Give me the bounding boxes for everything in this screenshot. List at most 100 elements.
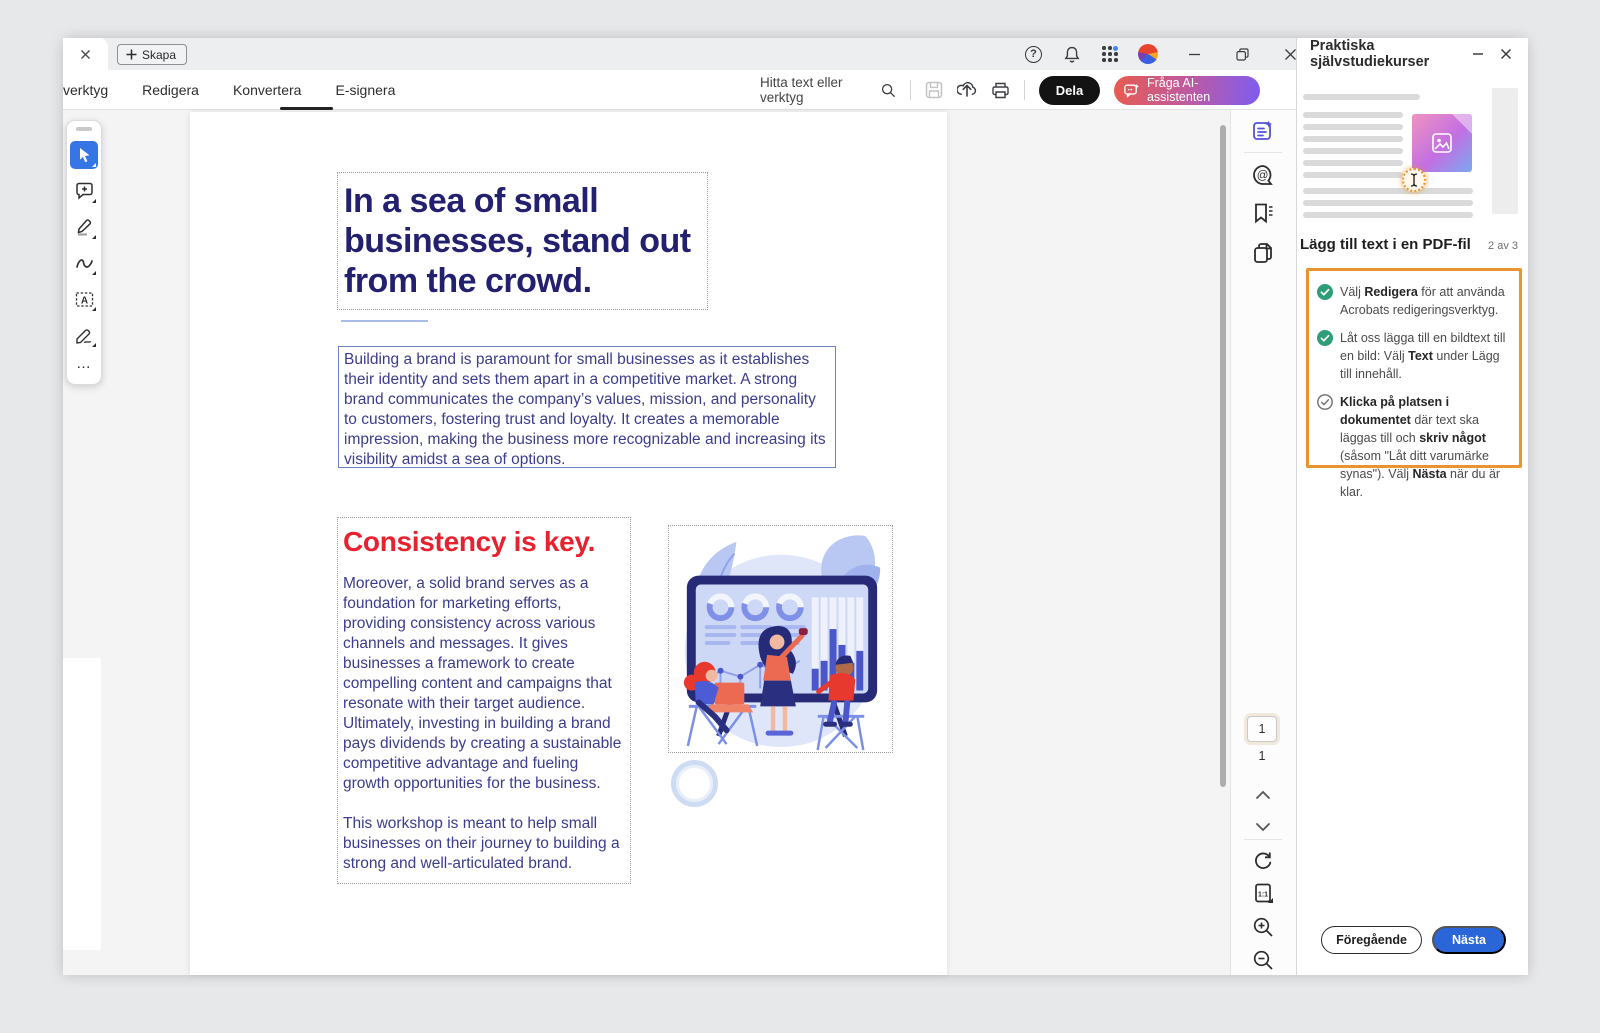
divider xyxy=(1023,80,1025,100)
tutorial-panel-footer: Föregående Nästa xyxy=(1296,926,1520,954)
doc-intro-paragraph: Building a brand is paramount for small … xyxy=(344,351,826,468)
vertical-scrollbar[interactable] xyxy=(1220,125,1226,787)
doc-section-heading: Consistency is key. xyxy=(343,526,596,557)
rotate-page-icon[interactable] xyxy=(1248,846,1278,876)
app-launcher-grid-icon[interactable] xyxy=(1102,45,1118,62)
current-page-value: 1 xyxy=(1258,722,1266,736)
step-text: Låt oss lägga till en bildtext till en b… xyxy=(1340,331,1506,381)
sign-tool-button[interactable] xyxy=(70,321,98,349)
tutorial-step-done: Välj Redigera för att använda Acrobats r… xyxy=(1317,283,1511,319)
add-text-tool-button[interactable]: A xyxy=(70,285,98,313)
step-check-done-icon xyxy=(1317,283,1333,319)
notifications-bell-icon[interactable] xyxy=(1062,44,1082,64)
ai-assistant-label: Fråga AI-assistenten xyxy=(1146,76,1211,104)
tutorial-panel-header: Praktiska självstudiekurser xyxy=(1296,38,1528,70)
divider xyxy=(910,80,911,100)
search-label: Hitta text eller verktyg xyxy=(760,75,843,105)
step-text: Klicka på platsen i dokumentet där text … xyxy=(1340,395,1501,499)
mini-doc-line xyxy=(1303,94,1420,100)
new-tab-label: Skapa xyxy=(142,47,177,62)
tutorial-steps-list: Välj Redigera för att använda Acrobats r… xyxy=(1317,283,1511,501)
select-tool-button[interactable] xyxy=(70,141,98,169)
ai-chat-icon xyxy=(1124,83,1140,98)
highlight-tool-button[interactable] xyxy=(70,213,98,241)
tutorial-step-pending: Klicka på platsen i dokumentet där text … xyxy=(1317,393,1511,501)
doc-heading-rule xyxy=(341,320,428,322)
svg-text:A: A xyxy=(80,295,87,306)
freehand-draw-icon xyxy=(75,259,93,268)
actual-size-icon[interactable]: 1:1 xyxy=(1248,878,1278,908)
minimize-icon[interactable] xyxy=(1184,44,1204,64)
lesson-progress-badge: 2 av 3 xyxy=(1488,240,1518,252)
lesson-title-row: Lägg till text i en PDF-fil 2 av 3 xyxy=(1300,236,1518,253)
plus-icon xyxy=(126,49,137,60)
window-controls xyxy=(1150,40,1300,68)
zoom-in-icon[interactable] xyxy=(1248,912,1278,942)
quick-tools-toolbar: A … xyxy=(66,120,102,385)
tutorial-step-illustration xyxy=(1300,86,1518,220)
tutorials-panel-icon[interactable] xyxy=(1248,116,1278,146)
doc-decorative-circle xyxy=(671,760,718,807)
tutorial-step-done: Låt oss lägga till en bildtext till en b… xyxy=(1317,329,1511,383)
next-page-chevron-down-icon[interactable] xyxy=(1248,812,1278,842)
menu-item-esignera[interactable]: E-signera xyxy=(335,82,395,98)
comment-plus-icon xyxy=(75,182,93,200)
mini-image-placeholder xyxy=(1412,114,1472,172)
upload-cloud-icon[interactable] xyxy=(956,80,977,100)
ai-assistant-button[interactable]: Fråga AI-assistenten xyxy=(1114,75,1260,105)
restore-window-icon[interactable] xyxy=(1232,44,1252,64)
mini-scrollbar xyxy=(1492,88,1518,214)
pages-copy-icon[interactable] xyxy=(1248,238,1278,268)
tutorial-panel-title: Praktiska självstudiekurser xyxy=(1310,38,1430,70)
rail-divider xyxy=(1244,152,1282,153)
doc-section-box[interactable]: Consistency is key. Moreover, a solid br… xyxy=(337,517,631,884)
tutorial-steps-box: Välj Redigera för att använda Acrobats r… xyxy=(1306,268,1522,499)
doc-section-paragraph-2: This workshop is meant to help small bus… xyxy=(343,815,620,872)
more-tools-button[interactable]: … xyxy=(76,355,92,372)
signature-pen-icon xyxy=(75,328,91,344)
doc-intro-paragraph-box[interactable]: Building a brand is paramount for small … xyxy=(338,346,836,468)
zoom-out-icon[interactable] xyxy=(1248,945,1278,975)
comments-at-icon[interactable]: @ xyxy=(1248,160,1278,190)
step-text: Välj Redigera för att använda Acrobats r… xyxy=(1340,285,1505,317)
search-icon xyxy=(882,83,896,97)
doc-heading[interactable]: In a sea of small businesses, stand out … xyxy=(337,172,708,310)
cursor-arrow-icon xyxy=(79,148,89,163)
menu-item-konvertera[interactable]: Konvertera xyxy=(233,82,301,98)
print-icon[interactable] xyxy=(991,80,1010,100)
menubar: verktyg Redigera Konvertera E-signera xyxy=(63,70,395,110)
comment-tool-button[interactable] xyxy=(70,177,98,205)
previous-step-button[interactable]: Föregående xyxy=(1321,926,1422,954)
text-box-icon: A xyxy=(75,291,93,307)
highlighter-icon xyxy=(77,219,92,236)
dashboard-illustration-image xyxy=(683,535,881,751)
panel-close-icon[interactable] xyxy=(1496,44,1516,64)
left-panel-edge xyxy=(63,658,101,950)
share-label: Dela xyxy=(1055,82,1084,98)
search-box[interactable]: Hitta text eller verktyg xyxy=(760,75,896,105)
new-tab-button[interactable]: Skapa xyxy=(117,44,188,65)
previous-page-chevron-up-icon[interactable] xyxy=(1248,780,1278,810)
menu-item-tools[interactable]: verktyg xyxy=(63,82,108,98)
menu-item-redigera[interactable]: Redigera xyxy=(142,82,199,98)
next-step-button[interactable]: Nästa xyxy=(1431,926,1506,954)
lesson-title: Lägg till text i en PDF-fil xyxy=(1300,236,1471,253)
rail-divider xyxy=(1244,839,1282,840)
panel-minimize-icon[interactable] xyxy=(1468,44,1488,64)
doc-section-paragraph-1: Moreover, a solid brand serves as a foun… xyxy=(343,575,622,792)
help-icon[interactable]: ? xyxy=(1025,45,1042,63)
current-page-input[interactable]: 1 xyxy=(1247,716,1277,742)
share-button[interactable]: Dela xyxy=(1038,75,1101,105)
doc-illustration[interactable] xyxy=(668,525,893,753)
bookmarks-icon[interactable] xyxy=(1248,198,1278,228)
svg-text:@: @ xyxy=(1257,170,1269,182)
drag-handle[interactable] xyxy=(76,127,92,131)
tab-close-icon[interactable] xyxy=(78,46,94,62)
draw-tool-button[interactable] xyxy=(70,249,98,277)
svg-text:1:1: 1:1 xyxy=(1258,892,1268,899)
document-tab[interactable] xyxy=(63,38,108,70)
total-pages-label: 1 xyxy=(1258,749,1266,763)
toolbar-actions: Hitta text eller verktyg Dela Fråga AI-a… xyxy=(760,70,1260,110)
save-icon[interactable] xyxy=(925,80,943,100)
step-check-pending-icon xyxy=(1317,393,1333,501)
